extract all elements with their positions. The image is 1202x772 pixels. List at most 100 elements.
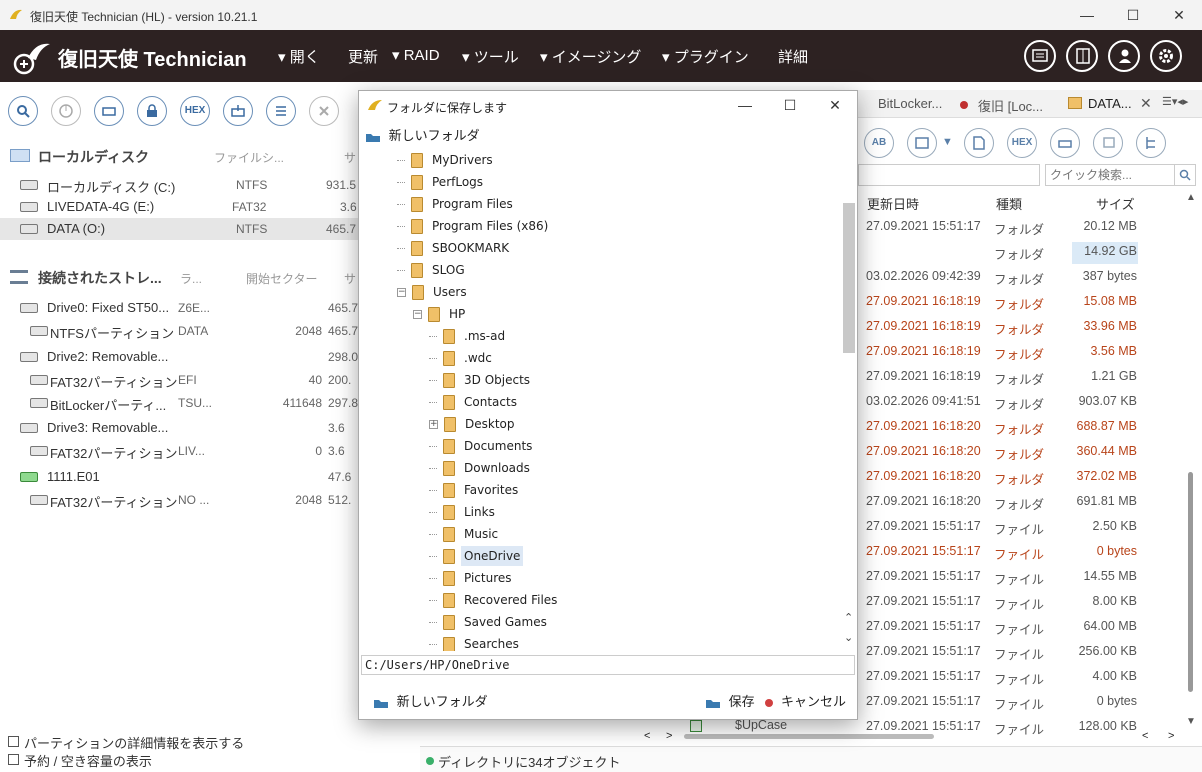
menu-open[interactable]: ▾ 開く <box>278 46 320 67</box>
storage-col-size[interactable]: サ <box>344 270 356 287</box>
file-row[interactable]: 27.09.2021 15:51:17 ファイル 2.50 KB <box>858 517 1184 539</box>
view-mode-button[interactable] <box>907 128 937 158</box>
scroll-left-icon[interactable]: < <box>644 730 650 742</box>
menu-plugins[interactable]: ▾ プラグイン <box>662 46 749 67</box>
dialog-close-button[interactable]: ✕ <box>812 91 858 119</box>
local-disk-row-selected[interactable]: DATA (O:) NTFS 465.7 <box>0 218 358 240</box>
storage-row[interactable]: Drive2: Removable... 298.0 <box>0 346 358 368</box>
storage-row[interactable]: NTFSパーティション DATA 2048 465.7 <box>0 320 358 342</box>
storage-row[interactable]: 1111.E01 47.6 <box>0 466 358 488</box>
hex-button[interactable]: HEX <box>180 96 210 126</box>
panel-toggle-button[interactable] <box>1066 40 1098 72</box>
close-button[interactable]: ✕ <box>1156 0 1202 30</box>
print-button[interactable] <box>1050 128 1080 158</box>
file-row[interactable]: 27.09.2021 16:18:20 フォルダ 688.87 MB <box>858 417 1184 439</box>
save-file-button[interactable] <box>964 128 994 158</box>
hscroll-thumb[interactable] <box>684 734 934 739</box>
scroll-right-icon[interactable]: > <box>1168 730 1174 742</box>
tab-recovery[interactable]: 復旧 [Loc... <box>978 96 1043 115</box>
minimize-button[interactable]: — <box>1064 0 1110 30</box>
save-button[interactable]: 保存 <box>705 691 755 710</box>
file-row[interactable]: 27.09.2021 16:18:19 フォルダ 3.56 MB <box>858 342 1184 364</box>
scroll-right-icon[interactable]: > <box>666 730 672 742</box>
tab-close-icon[interactable]: ✕ <box>1140 95 1152 112</box>
cancel-button[interactable]: キャンセル <box>765 691 846 710</box>
quick-search-input[interactable] <box>1045 164 1175 186</box>
storage-row[interactable]: Drive3: Removable... 3.6 <box>0 417 358 439</box>
file-row[interactable]: 27.09.2021 15:51:17 フォルダ 20.12 MB <box>858 217 1184 239</box>
file-row[interactable]: 27.09.2021 15:51:17 ファイル 14.55 MB <box>858 567 1184 589</box>
view-dropdown-icon[interactable]: ▼ <box>942 136 953 148</box>
local-disk-row[interactable]: LIVEDATA-4G (E:) FAT32 3.6 <box>0 196 358 218</box>
quick-search-button[interactable] <box>1174 164 1196 186</box>
col-modified[interactable]: 更新日時 <box>867 194 919 213</box>
file-row[interactable]: 03.02.2026 09:41:51 フォルダ 903.07 KB <box>858 392 1184 414</box>
folder-path-field[interactable]: C:/Users/HP/OneDrive <box>361 655 855 675</box>
maximize-button[interactable]: ☐ <box>1110 0 1156 30</box>
menu-details[interactable]: 詳細 <box>778 46 808 67</box>
tree-scroll-down-icon[interactable]: ⌄ <box>844 631 853 644</box>
text-case-button[interactable]: AB <box>864 128 894 158</box>
storage-row[interactable]: FAT32パーティション NO ... 2048 512. <box>0 489 358 511</box>
storage-col-label[interactable]: ラ... <box>180 270 202 287</box>
list-button[interactable] <box>266 96 296 126</box>
expand-icon[interactable]: + <box>429 420 438 429</box>
tree-button[interactable] <box>1136 128 1166 158</box>
export-button[interactable] <box>223 96 253 126</box>
file-row[interactable]: 27.09.2021 16:18:19 フォルダ 1.21 GB <box>858 367 1184 389</box>
col-type[interactable]: 種類 <box>996 194 1022 213</box>
col-size[interactable]: サイズ <box>1096 194 1135 213</box>
collapse-icon[interactable]: − <box>413 310 422 319</box>
collapse-icon[interactable]: − <box>397 288 406 297</box>
scroll-left-icon[interactable]: < <box>1142 730 1148 742</box>
settings-button[interactable] <box>1150 40 1182 72</box>
local-disk-row[interactable]: ローカルディスク (C:) NTFS 931.5 <box>0 174 358 196</box>
tab-data[interactable]: DATA... <box>1088 96 1132 111</box>
partition-details-checkbox[interactable] <box>8 736 19 747</box>
dialog-minimize-button[interactable]: — <box>722 91 768 119</box>
menu-imaging[interactable]: ▾ イメージング <box>540 46 641 67</box>
menu-refresh[interactable]: 更新 <box>348 46 378 67</box>
copy-button[interactable] <box>1093 128 1123 158</box>
left-hscrollbar[interactable]: < > <box>420 730 682 744</box>
local-col-size[interactable]: サ <box>344 149 356 166</box>
storage-row[interactable]: FAT32パーティション LIV... 0 3.6 <box>0 440 358 462</box>
scroll-thumb[interactable] <box>1188 472 1193 692</box>
menu-raid[interactable]: ▾ RAID <box>392 46 440 64</box>
scan-button[interactable] <box>51 96 81 126</box>
messages-button[interactable] <box>1024 40 1056 72</box>
local-col-fs[interactable]: ファイルシ... <box>214 149 284 166</box>
file-row[interactable]: 27.09.2021 15:51:17 ファイル 4.00 KB <box>858 667 1184 689</box>
new-folder-bottom-button[interactable]: 新しいフォルダ <box>373 691 488 710</box>
account-button[interactable] <box>1108 40 1140 72</box>
file-row[interactable]: 27.09.2021 15:51:17 ファイル 8.00 KB <box>858 592 1184 614</box>
scroll-up-icon[interactable]: ▲ <box>1186 192 1196 203</box>
scroll-down-icon[interactable]: ▼ <box>1186 716 1196 727</box>
file-row[interactable]: 03.02.2026 09:42:39 フォルダ 387 bytes <box>858 267 1184 289</box>
tree-node[interactable]: Searches <box>429 637 522 651</box>
right-scrollbar[interactable]: ▲ ▼ <box>1184 192 1198 732</box>
file-row[interactable]: 27.09.2021 15:51:17 ファイル 0 bytes <box>858 692 1184 714</box>
search-button[interactable] <box>8 96 38 126</box>
path-field-right[interactable] <box>858 164 1040 186</box>
lock-button[interactable] <box>137 96 167 126</box>
image-button[interactable] <box>94 96 124 126</box>
close-panel-button[interactable] <box>309 96 339 126</box>
tree-scroll-thumb[interactable] <box>843 203 855 353</box>
file-row[interactable]: 27.09.2021 16:18:19 フォルダ 15.08 MB <box>858 292 1184 314</box>
file-row[interactable]: 27.09.2021 16:18:20 フォルダ 360.44 MB <box>858 442 1184 464</box>
tree-scroll-up-icon[interactable]: ⌃ <box>844 611 853 624</box>
file-row[interactable]: 27.09.2021 15:51:17 ファイル 256.00 KB <box>858 642 1184 664</box>
file-row[interactable]: 27.09.2021 15:51:17 ファイル 0 bytes <box>858 542 1184 564</box>
storage-row[interactable]: BitLockerパーティ... TSU... 411648 297.8 <box>0 392 358 414</box>
storage-col-start[interactable]: 開始セクター <box>246 270 318 287</box>
file-row[interactable]: 27.09.2021 16:18:20 フォルダ 691.81 MB <box>858 492 1184 514</box>
tab-bitlocker[interactable]: BitLocker... <box>878 96 942 111</box>
new-folder-top-button[interactable]: 新しいフォルダ <box>365 125 480 147</box>
reserved-space-checkbox[interactable] <box>8 754 19 765</box>
dialog-maximize-button[interactable]: ☐ <box>767 91 813 119</box>
tree-node[interactable]: − HP <box>413 307 468 329</box>
file-row[interactable]: フォルダ 14.92 GB <box>858 242 1184 264</box>
tree-scrollbar[interactable]: ⌃ ⌄ <box>843 153 857 651</box>
right-hscrollbar[interactable]: < > <box>682 730 1182 744</box>
